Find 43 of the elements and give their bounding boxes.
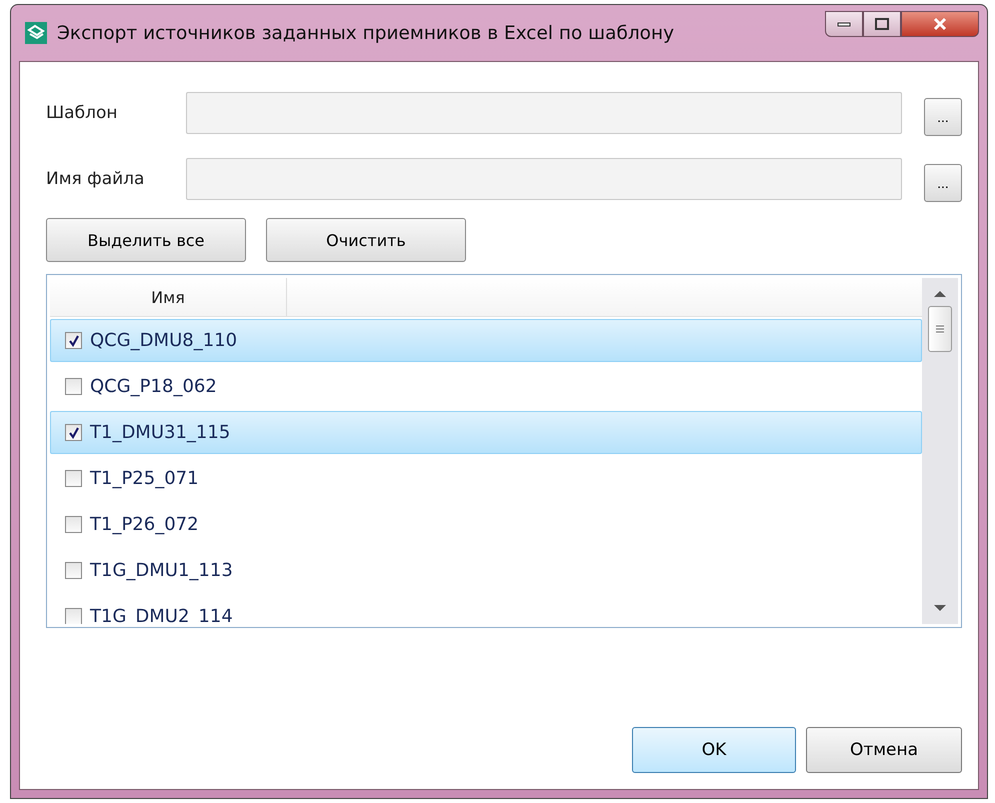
maximize-icon xyxy=(875,18,889,30)
window-title: Экспорт источников заданных приемников в Excel по шаблону xyxy=(57,22,674,44)
action-button[interactable]: Выделить все xyxy=(46,218,246,262)
maximize-button[interactable] xyxy=(863,11,901,37)
field-label: Имя файла xyxy=(46,169,146,189)
list-row[interactable]: T1_P26_072 xyxy=(50,503,922,546)
close-button[interactable] xyxy=(901,11,979,37)
scroll-thumb[interactable] xyxy=(928,306,952,352)
list-row[interactable]: QCG_DMU8_110 xyxy=(50,319,922,362)
list-row[interactable]: T1G_DMU2_114 xyxy=(50,595,922,624)
field-label: Шаблон xyxy=(46,103,118,123)
action-button[interactable]: Очистить xyxy=(266,218,466,262)
list-row[interactable]: QCG_P18_062 xyxy=(50,365,922,408)
checkbox[interactable] xyxy=(65,378,82,395)
dialog-button[interactable]: OK xyxy=(632,727,796,773)
row-name: T1_DMU31_115 xyxy=(90,422,230,443)
row-name: QCG_P18_062 xyxy=(90,376,217,397)
row-name: T1_P26_072 xyxy=(90,514,199,535)
input-field[interactable] xyxy=(186,158,902,200)
row-name: T1_P25_071 xyxy=(90,468,199,489)
row-name: T1G_DMU2_114 xyxy=(90,606,233,624)
scrollbar[interactable] xyxy=(922,278,958,624)
checkbox[interactable] xyxy=(65,516,82,533)
scroll-down-icon[interactable] xyxy=(934,604,946,612)
checkbox[interactable] xyxy=(65,562,82,579)
minimize-button[interactable] xyxy=(825,11,863,37)
dialog-button[interactable]: Отмена xyxy=(806,727,962,773)
close-icon xyxy=(932,17,948,31)
checkbox[interactable] xyxy=(65,470,82,487)
checkbox[interactable] xyxy=(65,608,82,624)
list-row[interactable]: T1G_DMU1_113 xyxy=(50,549,922,592)
list-row[interactable]: T1_P25_071 xyxy=(50,457,922,500)
checkbox[interactable] xyxy=(65,424,82,441)
browse-button[interactable]: ... xyxy=(924,98,962,136)
browse-button[interactable]: ... xyxy=(924,164,962,202)
app-icon xyxy=(25,22,47,44)
scroll-up-icon[interactable] xyxy=(934,290,946,298)
minimize-icon xyxy=(837,21,851,27)
row-name: T1G_DMU1_113 xyxy=(90,560,233,581)
list-row[interactable]: T1_DMU31_115 xyxy=(50,411,922,454)
input-field[interactable] xyxy=(186,92,902,134)
row-name: QCG_DMU8_110 xyxy=(90,330,238,351)
checkbox[interactable] xyxy=(65,332,82,349)
